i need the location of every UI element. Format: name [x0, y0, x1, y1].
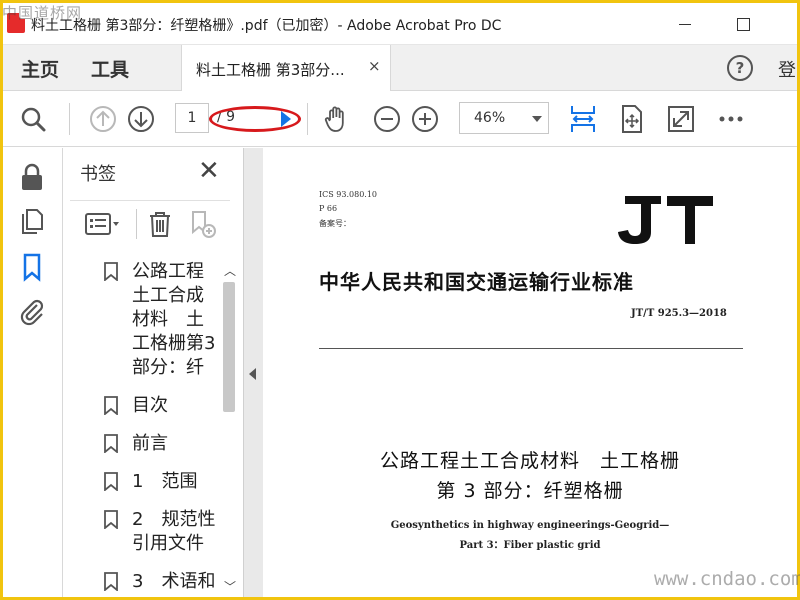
annotation-ellipse — [209, 106, 301, 132]
bookmark-label: 目次 — [132, 395, 168, 416]
standard-title: 中华人民共和国交通运输行业标准 — [319, 270, 634, 294]
page-up-icon[interactable] — [87, 103, 119, 135]
bookmark-label: 3 术语和 — [132, 571, 216, 592]
pages-icon[interactable] — [17, 206, 47, 236]
bookmark-label: 1 范围 — [132, 471, 198, 492]
collapse-panel-icon[interactable] — [249, 368, 256, 380]
panel-divider[interactable] — [243, 148, 261, 597]
delete-icon[interactable] — [146, 209, 174, 239]
bookmark-item[interactable]: 前言 — [64, 432, 218, 456]
more-icon[interactable] — [715, 103, 747, 135]
document-title-en: Geosynthetics in highway engineerings-Ge… — [390, 520, 670, 531]
hand-icon[interactable] — [321, 103, 353, 135]
tab-home[interactable]: 主页 — [21, 55, 59, 82]
bookmark-label: 公路工程土工合成材料 土工格栅第3部分：纤 — [132, 261, 216, 378]
bookmark-item[interactable]: 2 规范性引用文件 — [64, 508, 218, 556]
bookmark-label: 2 规范性引用文件 — [132, 509, 216, 554]
zoom-select[interactable]: 46% — [459, 102, 549, 134]
p-code: P 66 — [319, 204, 338, 213]
bookmark-item[interactable]: 1 范围 — [64, 470, 218, 494]
panel-toolbar — [70, 200, 230, 244]
document-tab[interactable]: 料土工格栅 第3部分... × — [181, 45, 391, 91]
bookmark-label: 前言 — [132, 433, 168, 454]
menu-bar: 主页 工具 料土工格栅 第3部分... × ? 登 — [3, 45, 797, 91]
divider-line — [319, 348, 743, 349]
zoom-out-icon[interactable] — [371, 103, 403, 135]
tab-tools[interactable]: 工具 — [91, 55, 129, 82]
bookmark-flag-icon — [104, 396, 118, 415]
close-tab-icon[interactable]: × — [368, 57, 381, 75]
document-area: ICS 93.080.10 P 66 备案号： 中华人民共和国交通运输行业标准 … — [261, 148, 797, 597]
site-url-watermark: www.cndao.com — [654, 568, 800, 590]
bookmarks-panel: 书签 ✕ 公路工程土工合成材料 土工格栅第3部分：纤 目次 前言 1 范围 2 … — [64, 148, 242, 597]
toolbar-separator — [307, 103, 308, 135]
jt-logo — [618, 196, 713, 244]
document-title-cn: 公路工程土工合成材料 土工格栅 — [379, 450, 680, 472]
attachment-icon[interactable] — [17, 296, 47, 326]
bookmark-scrollbar[interactable]: ︿ ﹀ — [219, 260, 239, 597]
zoom-value: 46% — [474, 110, 506, 126]
login-button[interactable]: 登 — [778, 56, 796, 82]
document-tab-label: 料土工格栅 第3部分... — [196, 61, 345, 79]
add-bookmark-icon[interactable] — [188, 209, 218, 239]
standard-code: JT/T 925.3—2018 — [631, 308, 727, 319]
page-down-icon[interactable] — [125, 103, 157, 135]
panel-separator — [136, 209, 137, 239]
bookmark-options-icon[interactable] — [84, 211, 124, 237]
navigation-rail — [3, 148, 63, 597]
scroll-up-icon[interactable]: ︿ — [224, 262, 236, 279]
bookmark-item[interactable]: 公路工程土工合成材料 土工格栅第3部分：纤 — [64, 260, 218, 380]
toolbar: 1 / 9 46% — [3, 91, 797, 147]
record-number: 备案号： — [319, 219, 351, 228]
scroll-thumb[interactable] — [223, 282, 235, 412]
search-icon[interactable] — [17, 103, 49, 135]
lock-icon[interactable] — [17, 162, 47, 192]
bookmark-flag-icon — [104, 472, 118, 491]
chevron-down-icon — [532, 116, 542, 122]
acrobat-window: 料土工格栅 第3部分：纤塑格栅》.pdf（已加密）- Adobe Acrobat… — [3, 3, 797, 597]
bookmark-item[interactable]: 目次 — [64, 394, 218, 418]
help-icon[interactable]: ? — [727, 55, 753, 81]
site-watermark: 中国道桥网 — [2, 4, 83, 22]
ics-code: ICS 93.080.10 — [319, 190, 378, 199]
page-number-input[interactable]: 1 — [175, 103, 209, 133]
minimize-button[interactable] — [671, 11, 701, 37]
window-title: 料土工格栅 第3部分：纤塑格栅》.pdf（已加密）- Adobe Acrobat… — [31, 18, 502, 34]
bookmark-list: 公路工程土工合成材料 土工格栅第3部分：纤 目次 前言 1 范围 2 规范性引用… — [64, 260, 218, 597]
document-subtitle-cn: 第 3 部分：纤塑格栅 — [436, 480, 624, 502]
maximize-button[interactable] — [729, 11, 759, 37]
fullscreen-icon[interactable] — [665, 103, 697, 135]
title-bar: 料土工格栅 第3部分：纤塑格栅》.pdf（已加密）- Adobe Acrobat… — [3, 3, 797, 45]
bookmark-flag-icon — [104, 510, 118, 529]
document-page: ICS 93.080.10 P 66 备案号： 中华人民共和国交通运输行业标准 … — [263, 148, 797, 597]
bookmark-item[interactable]: 3 术语和 — [64, 570, 218, 594]
bookmark-icon[interactable] — [17, 252, 47, 282]
bookmark-flag-icon — [104, 434, 118, 453]
zoom-in-icon[interactable] — [409, 103, 441, 135]
panel-title: 书签 — [80, 164, 116, 185]
fit-width-icon[interactable] — [567, 103, 599, 135]
close-panel-icon[interactable]: ✕ — [198, 156, 220, 186]
scroll-down-icon[interactable]: ﹀ — [224, 578, 236, 595]
fit-page-icon[interactable] — [615, 103, 647, 135]
bookmark-flag-icon — [104, 572, 118, 591]
bookmark-flag-icon — [104, 262, 118, 281]
toolbar-separator — [69, 103, 70, 135]
document-subtitle-en: Part 3：Fiber plastic grid — [459, 540, 601, 551]
